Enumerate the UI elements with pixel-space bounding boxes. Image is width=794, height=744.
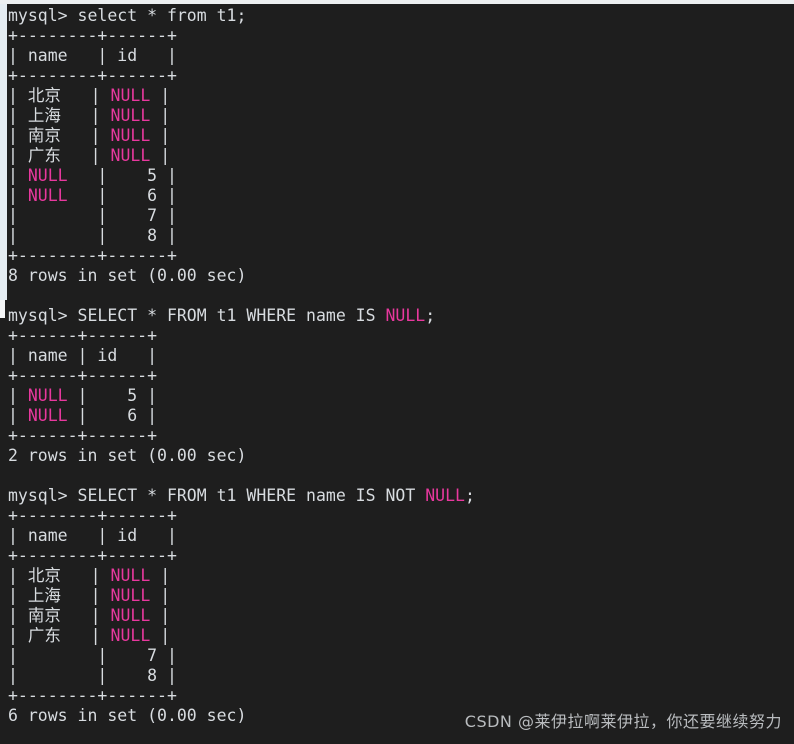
is-null-block-command[interactable]: mysql> SELECT * FROM t1 WHERE name IS NU…	[0, 306, 794, 326]
select-all-block-header: | name | id |	[8, 46, 177, 65]
select-all-block-rule-top: +--------+------+	[8, 26, 177, 45]
table-row: | 广东 | NULL |	[8, 626, 171, 645]
null-token: NULL	[110, 106, 151, 125]
table-row: | NULL | 6 |	[8, 406, 158, 425]
null-token: NULL	[110, 586, 151, 605]
table-row: | | 8 |	[8, 226, 177, 245]
table-row: | | 8 |	[8, 666, 177, 685]
select-all-block-command[interactable]: mysql> select * from t1;	[0, 6, 794, 26]
null-token: NULL	[110, 606, 151, 625]
null-token: NULL	[110, 86, 151, 105]
table-row: | 广东 | NULL |	[8, 146, 171, 165]
is-not-null-block-command[interactable]: mysql> SELECT * FROM t1 WHERE name IS NO…	[0, 486, 794, 506]
null-token: NULL	[27, 406, 68, 425]
null-token: NULL	[27, 386, 68, 405]
table-row: | 上海 | NULL |	[8, 586, 171, 605]
table-row: | NULL | 5 |	[8, 386, 158, 405]
is-not-null-block-rule-mid: +--------+------+	[8, 546, 177, 565]
is-null-block-rule-top: +------+------+	[8, 326, 158, 345]
null-token: NULL	[110, 626, 151, 645]
null-token: NULL	[385, 306, 426, 325]
null-token: NULL	[110, 146, 151, 165]
table-row: | | 7 |	[8, 206, 177, 225]
null-token: NULL	[27, 166, 68, 185]
is-null-block-rule-mid: +------+------+	[8, 366, 158, 385]
is-null-block-status: 2 rows in set (0.00 sec)	[8, 446, 247, 465]
table-row: | NULL | 5 |	[8, 166, 177, 185]
null-token: NULL	[425, 486, 465, 505]
select-all-block-rule-bottom: +--------+------+	[8, 246, 177, 265]
is-not-null-block-header: | name | id |	[8, 526, 177, 545]
table-row: | 南京 | NULL |	[8, 126, 171, 145]
table-row: | NULL | 6 |	[8, 186, 177, 205]
table-row: | 上海 | NULL |	[8, 106, 171, 125]
is-not-null-block-rule-top: +--------+------+	[8, 506, 177, 525]
null-token: NULL	[110, 126, 151, 145]
select-all-block-rule-mid: +--------+------+	[8, 66, 177, 85]
watermark-text: CSDN @莱伊拉啊莱伊拉，你还要继续努力	[464, 712, 782, 731]
null-token: NULL	[27, 186, 68, 205]
terminal-screen: mysql> select * from t1; +--------+------…	[0, 0, 794, 744]
is-not-null-block-rule-bottom: +--------+------+	[8, 686, 177, 705]
table-row: | 南京 | NULL |	[8, 606, 171, 625]
is-null-block-header: | name | id |	[8, 346, 158, 365]
table-row: | 北京 | NULL |	[8, 86, 171, 105]
select-all-block-status: 8 rows in set (0.00 sec)	[8, 266, 247, 285]
is-null-block-rule-bottom: +------+------+	[8, 426, 158, 445]
table-row: | 北京 | NULL |	[8, 566, 171, 585]
null-token: NULL	[110, 566, 151, 585]
table-row: | | 7 |	[8, 646, 177, 665]
console-output[interactable]: mysql> select * from t1; +--------+------…	[0, 0, 794, 726]
